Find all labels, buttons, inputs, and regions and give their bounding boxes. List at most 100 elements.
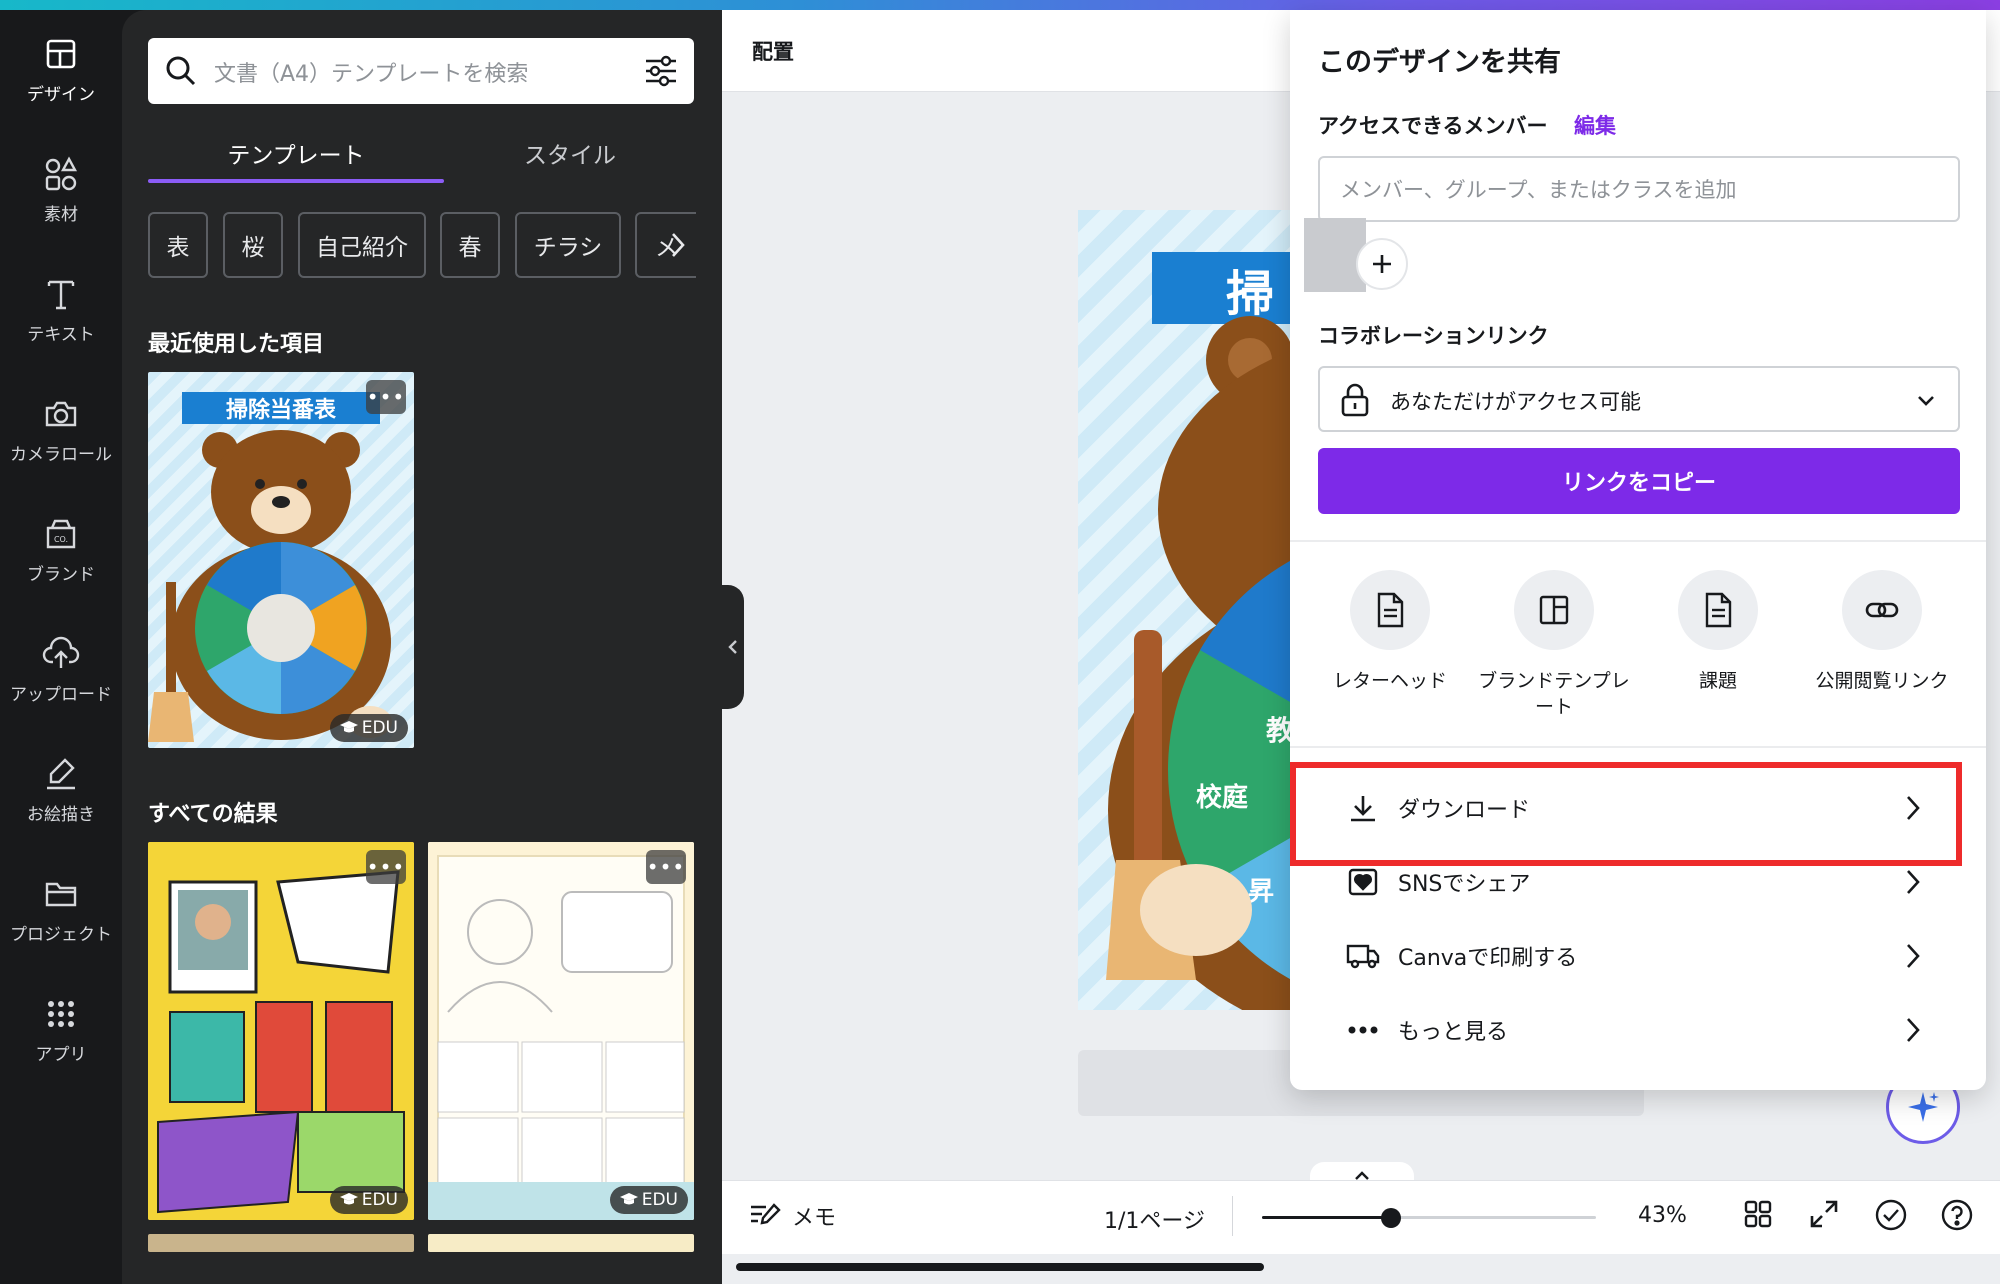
apps-icon <box>48 1000 74 1027</box>
chevron-right-icon <box>672 233 685 257</box>
camera-icon <box>45 401 77 426</box>
chevron-left-icon <box>728 640 737 654</box>
rail-label: テキスト <box>27 324 95 345</box>
rail-label: ブランド <box>27 564 95 585</box>
help-icon <box>1941 1199 1973 1231</box>
see-more-row[interactable]: もっと見る <box>1346 998 1926 1062</box>
chevron-down-icon <box>1918 396 1934 406</box>
thumb-more-button[interactable]: ••• <box>366 380 406 414</box>
svg-text:掃: 掃 <box>1226 266 1274 322</box>
rail-label: カメラロール <box>10 444 112 465</box>
share-option-assignment[interactable]: 課題 <box>1636 570 1800 694</box>
chevron-right-icon <box>1907 870 1920 894</box>
rail-item-upload[interactable]: アップロード <box>0 614 122 724</box>
share-option-brand-template[interactable]: ブランドテンプレート <box>1472 570 1636 720</box>
zoom-slider[interactable] <box>1262 1208 1596 1228</box>
result-template-thumbnail[interactable]: ••• EDU <box>148 842 414 1220</box>
edu-badge: EDU <box>609 1186 688 1214</box>
arrange-button[interactable]: 配置 <box>752 36 794 66</box>
grid-icon <box>1744 1200 1772 1228</box>
rail-item-elements[interactable]: 素材 <box>0 134 122 244</box>
rail-item-projects[interactable]: プロジェクト <box>0 854 122 964</box>
check-circle-icon <box>1875 1199 1907 1231</box>
elements-icon <box>45 155 78 190</box>
chip[interactable]: チラシ <box>515 212 621 278</box>
search-icon <box>166 56 196 86</box>
edu-badge-label: EDU <box>361 718 398 738</box>
access-members-label: アクセスできるメンバー <box>1318 114 1548 138</box>
graduation-cap-icon <box>619 1193 638 1205</box>
share-title: このデザインを共有 <box>1318 47 1561 78</box>
result-template-thumbnail[interactable] <box>148 1234 414 1252</box>
rail-item-design[interactable]: デザイン <box>0 14 122 124</box>
add-member-input[interactable]: メンバー、グループ、またはクラスを追加 <box>1318 156 1960 222</box>
thumb-title: 掃除当番表 <box>226 397 337 423</box>
rail-item-apps[interactable]: アプリ <box>0 974 122 1084</box>
share-option-label: 公開閲覧リンク <box>1815 670 1949 692</box>
expand-icon <box>1810 1200 1838 1228</box>
recent-template-thumbnail[interactable]: 掃除当番表 ••• EDU <box>148 372 414 748</box>
share-option-label: 課題 <box>1698 670 1737 692</box>
access-level-value: あなただけがアクセス可能 <box>1390 390 1641 414</box>
chips-scroll-right[interactable] <box>660 214 696 276</box>
add-member-button[interactable] <box>1356 238 1408 290</box>
fullscreen-button[interactable] <box>1808 1198 1840 1230</box>
tab-templates[interactable]: テンプレート <box>148 126 444 180</box>
share-option-public-link[interactable]: 公開閲覧リンク <box>1800 570 1964 694</box>
recent-section-title: 最近使用した項目 <box>148 332 325 357</box>
divider <box>1290 746 1986 748</box>
svg-text:CO.: CO. <box>54 535 68 544</box>
thumb-more-button[interactable]: ••• <box>646 850 686 884</box>
layout-icon <box>46 39 76 68</box>
tab-styles[interactable]: スタイル <box>422 126 718 180</box>
plus-icon <box>1373 255 1391 273</box>
thumb-more-button[interactable]: ••• <box>366 850 406 884</box>
grid-view-button[interactable] <box>1742 1198 1774 1230</box>
truck-icon <box>1346 944 1380 969</box>
edu-badge-label: EDU <box>641 1190 678 1210</box>
zoom-slider-handle[interactable] <box>1381 1208 1401 1228</box>
zoom-slider-fill <box>1262 1216 1391 1219</box>
print-row[interactable]: Canvaで印刷する <box>1346 924 1926 988</box>
rail-item-text[interactable]: テキスト <box>0 254 122 364</box>
rail-item-camera-roll[interactable]: カメラロール <box>0 374 122 484</box>
upload-icon <box>42 636 80 668</box>
document-icon <box>1377 592 1404 628</box>
rail-label: 素材 <box>44 204 78 225</box>
chip[interactable]: 表 <box>148 212 208 278</box>
template-search-input[interactable]: 文書（A4）テンプレートを検索 <box>148 38 694 104</box>
graduation-cap-icon <box>339 1193 358 1205</box>
rail-label: プロジェクト <box>10 924 112 945</box>
row-label: SNSでシェア <box>1398 872 1531 897</box>
panel-collapse-handle[interactable] <box>722 585 744 709</box>
search-placeholder: 文書（A4）テンプレートを検索 <box>214 62 529 87</box>
page-indicator[interactable]: 1/1ページ <box>1104 1203 1205 1235</box>
filter-icon[interactable] <box>642 52 680 90</box>
copy-link-button[interactable]: リンクをコピー <box>1318 448 1960 514</box>
chip[interactable]: 自己紹介 <box>298 212 426 278</box>
share-option-letterhead[interactable]: レターヘッド <box>1308 570 1472 694</box>
rail-item-brand[interactable]: CO. ブランド <box>0 494 122 604</box>
result-template-thumbnail[interactable]: ••• EDU <box>428 842 694 1220</box>
result-template-thumbnail[interactable] <box>428 1234 694 1252</box>
chevron-right-icon <box>1907 944 1920 968</box>
all-results-title: すべての結果 <box>148 802 278 827</box>
check-button[interactable] <box>1874 1198 1908 1232</box>
rail-item-draw[interactable]: お絵描き <box>0 734 122 844</box>
edit-access-link[interactable]: 編集 <box>1574 110 1616 140</box>
chip[interactable]: 春 <box>440 212 500 278</box>
chip[interactable]: 桜 <box>223 212 283 278</box>
link-icon <box>1865 602 1899 618</box>
more-icon <box>1348 1026 1378 1034</box>
rail-label: アプリ <box>35 1044 87 1065</box>
zoom-level[interactable]: 43% <box>1638 1203 1687 1228</box>
folder-icon <box>45 882 77 906</box>
lock-icon <box>1341 383 1369 417</box>
edu-badge: EDU <box>329 1186 408 1214</box>
access-level-select[interactable]: あなただけがアクセス可能 <box>1318 366 1960 432</box>
help-button[interactable] <box>1940 1198 1974 1232</box>
sparkle-icon <box>1908 1092 1939 1122</box>
notes-button[interactable]: メモ <box>748 1200 836 1232</box>
notes-label: メモ <box>792 1206 837 1231</box>
assignment-icon <box>1705 592 1732 628</box>
